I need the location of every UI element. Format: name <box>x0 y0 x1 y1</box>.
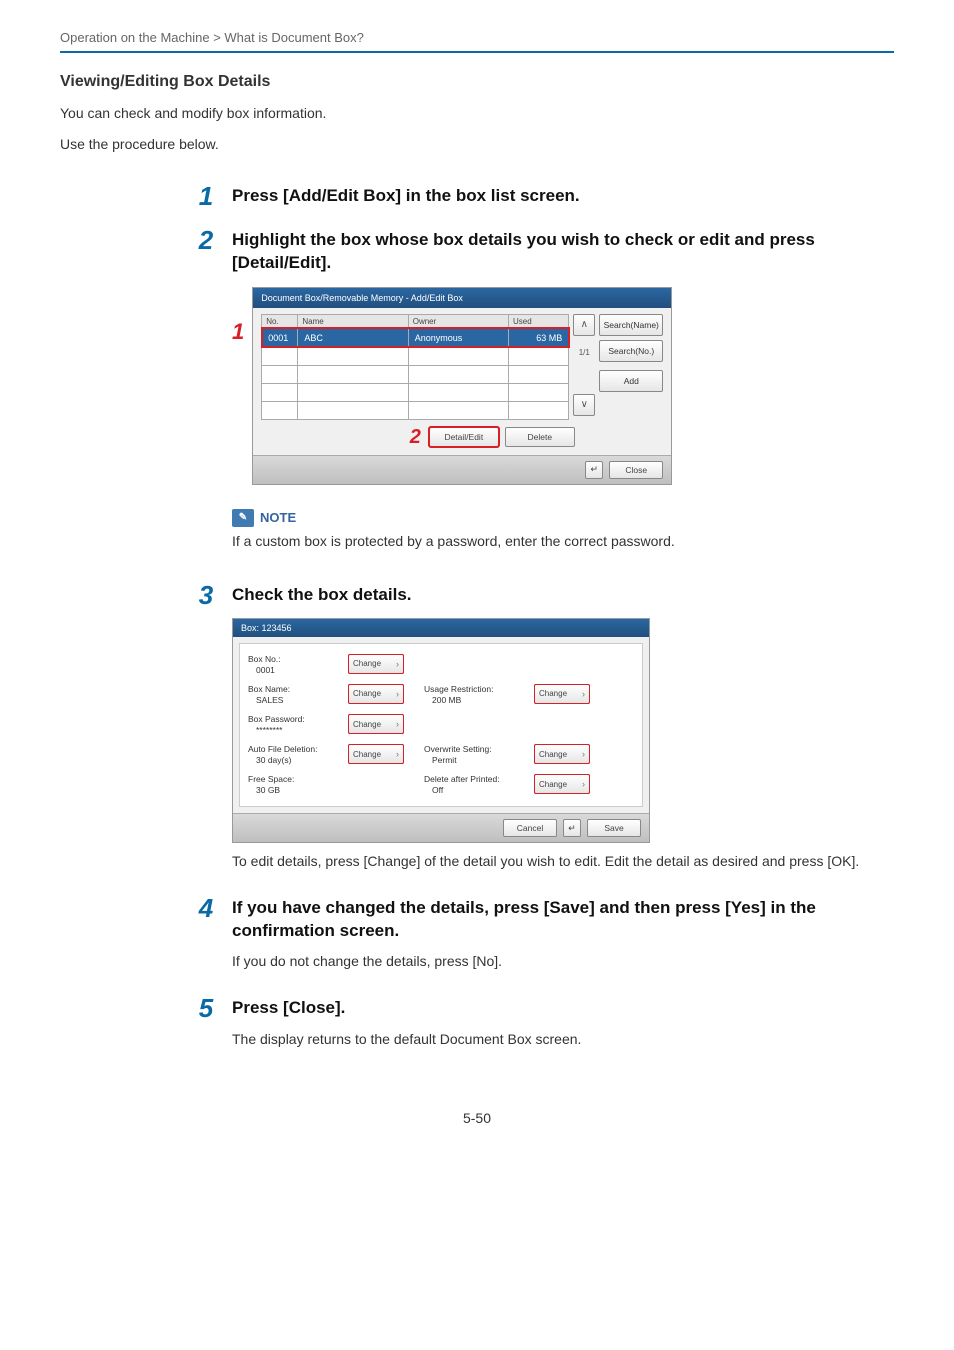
enter-icon[interactable]: ↵ <box>585 461 603 479</box>
col-no[interactable]: No. <box>262 314 298 328</box>
col-owner[interactable]: Owner <box>408 314 508 328</box>
delete-button[interactable]: Delete <box>505 427 575 447</box>
detail-auto-file-deletion: Auto File Deletion: 30 day(s) <box>248 744 348 766</box>
screen-box-details: Box: 123456 Box No.: 0001 Change› Box Na… <box>232 618 650 843</box>
detail-usage-restriction: Usage Restriction: 200 MB <box>424 684 534 706</box>
detail-box-no: Box No.: 0001 <box>248 654 348 676</box>
step-title-5: Press [Close]. <box>232 995 345 1020</box>
step-title-3: Check the box details. <box>232 582 412 607</box>
cell-name: ABC <box>298 328 408 347</box>
col-used[interactable]: Used <box>509 314 569 328</box>
step-desc-3: To edit details, press [Change] of the d… <box>232 851 894 873</box>
table-row[interactable] <box>262 383 569 401</box>
change-box-name-button[interactable]: Change› <box>348 684 404 704</box>
save-button[interactable]: Save <box>587 819 641 837</box>
screen-add-edit-box: Document Box/Removable Memory - Add/Edit… <box>252 287 672 485</box>
screen1-title: Document Box/Removable Memory - Add/Edit… <box>253 288 671 308</box>
table-row[interactable]: 0001 ABC Anonymous 63 MB <box>262 328 569 347</box>
page-indicator: 1/1 <box>573 342 595 364</box>
breadcrumb: Operation on the Machine > What is Docum… <box>60 30 894 53</box>
step-number-3: 3 <box>194 582 218 608</box>
callout-number-1: 1 <box>232 319 244 345</box>
screen2-title: Box: 123456 <box>233 619 649 637</box>
step-desc-5: The display returns to the default Docum… <box>232 1029 894 1051</box>
page-heading: Viewing/Editing Box Details <box>60 73 894 91</box>
change-overwrite-setting-button[interactable]: Change› <box>534 744 590 764</box>
step-number-1: 1 <box>194 183 218 209</box>
callout-number-2: 2 <box>410 426 421 449</box>
note-icon: ✎ <box>232 509 254 527</box>
col-name[interactable]: Name <box>298 314 408 328</box>
close-button[interactable]: Close <box>609 461 663 479</box>
cell-owner: Anonymous <box>408 328 508 347</box>
detail-overwrite-setting: Overwrite Setting: Permit <box>424 744 534 766</box>
intro-text-2: Use the procedure below. <box>60 134 894 155</box>
detail-delete-after-printed: Delete after Printed: Off <box>424 774 534 796</box>
enter-icon[interactable]: ↵ <box>563 819 581 837</box>
note-label: NOTE <box>260 510 296 525</box>
table-row[interactable] <box>262 347 569 365</box>
intro-text-1: You can check and modify box information… <box>60 103 894 124</box>
cell-no: 0001 <box>262 328 298 347</box>
scroll-up-button[interactable]: ∧ <box>573 314 595 336</box>
table-row[interactable] <box>262 365 569 383</box>
scroll-down-button[interactable]: ∨ <box>573 394 595 416</box>
change-box-no-button[interactable]: Change› <box>348 654 404 674</box>
cell-used: 63 MB <box>509 328 569 347</box>
step-title-4: If you have changed the details, press [… <box>232 895 894 943</box>
change-auto-file-deletion-button[interactable]: Change› <box>348 744 404 764</box>
step-number-4: 4 <box>194 895 218 921</box>
step-number-5: 5 <box>194 995 218 1021</box>
page-number: 5-50 <box>60 1110 894 1126</box>
note-block: ✎ NOTE If a custom box is protected by a… <box>232 509 894 552</box>
add-button[interactable]: Add <box>599 370 663 392</box>
detail-box-name: Box Name: SALES <box>248 684 348 706</box>
step-title-2: Highlight the box whose box details you … <box>232 227 894 275</box>
change-box-password-button[interactable]: Change› <box>348 714 404 734</box>
cancel-button[interactable]: Cancel <box>503 819 557 837</box>
search-no-button[interactable]: Search(No.) <box>599 340 663 362</box>
change-usage-restriction-button[interactable]: Change› <box>534 684 590 704</box>
step-title-1: Press [Add/Edit Box] in the box list scr… <box>232 183 580 208</box>
note-text: If a custom box is protected by a passwo… <box>232 531 894 552</box>
table-row[interactable] <box>262 401 569 419</box>
step-number-2: 2 <box>194 227 218 253</box>
box-list-table: No. Name Owner Used 0001 ABC Anonymous 6… <box>261 314 569 420</box>
change-delete-after-printed-button[interactable]: Change› <box>534 774 590 794</box>
search-name-button[interactable]: Search(Name) <box>599 314 663 336</box>
detail-box-password: Box Password: ******** <box>248 714 348 736</box>
step-desc-4: If you do not change the details, press … <box>232 951 894 973</box>
detail-free-space: Free Space: 30 GB <box>248 774 348 796</box>
detail-edit-button[interactable]: Detail/Edit <box>429 427 499 447</box>
